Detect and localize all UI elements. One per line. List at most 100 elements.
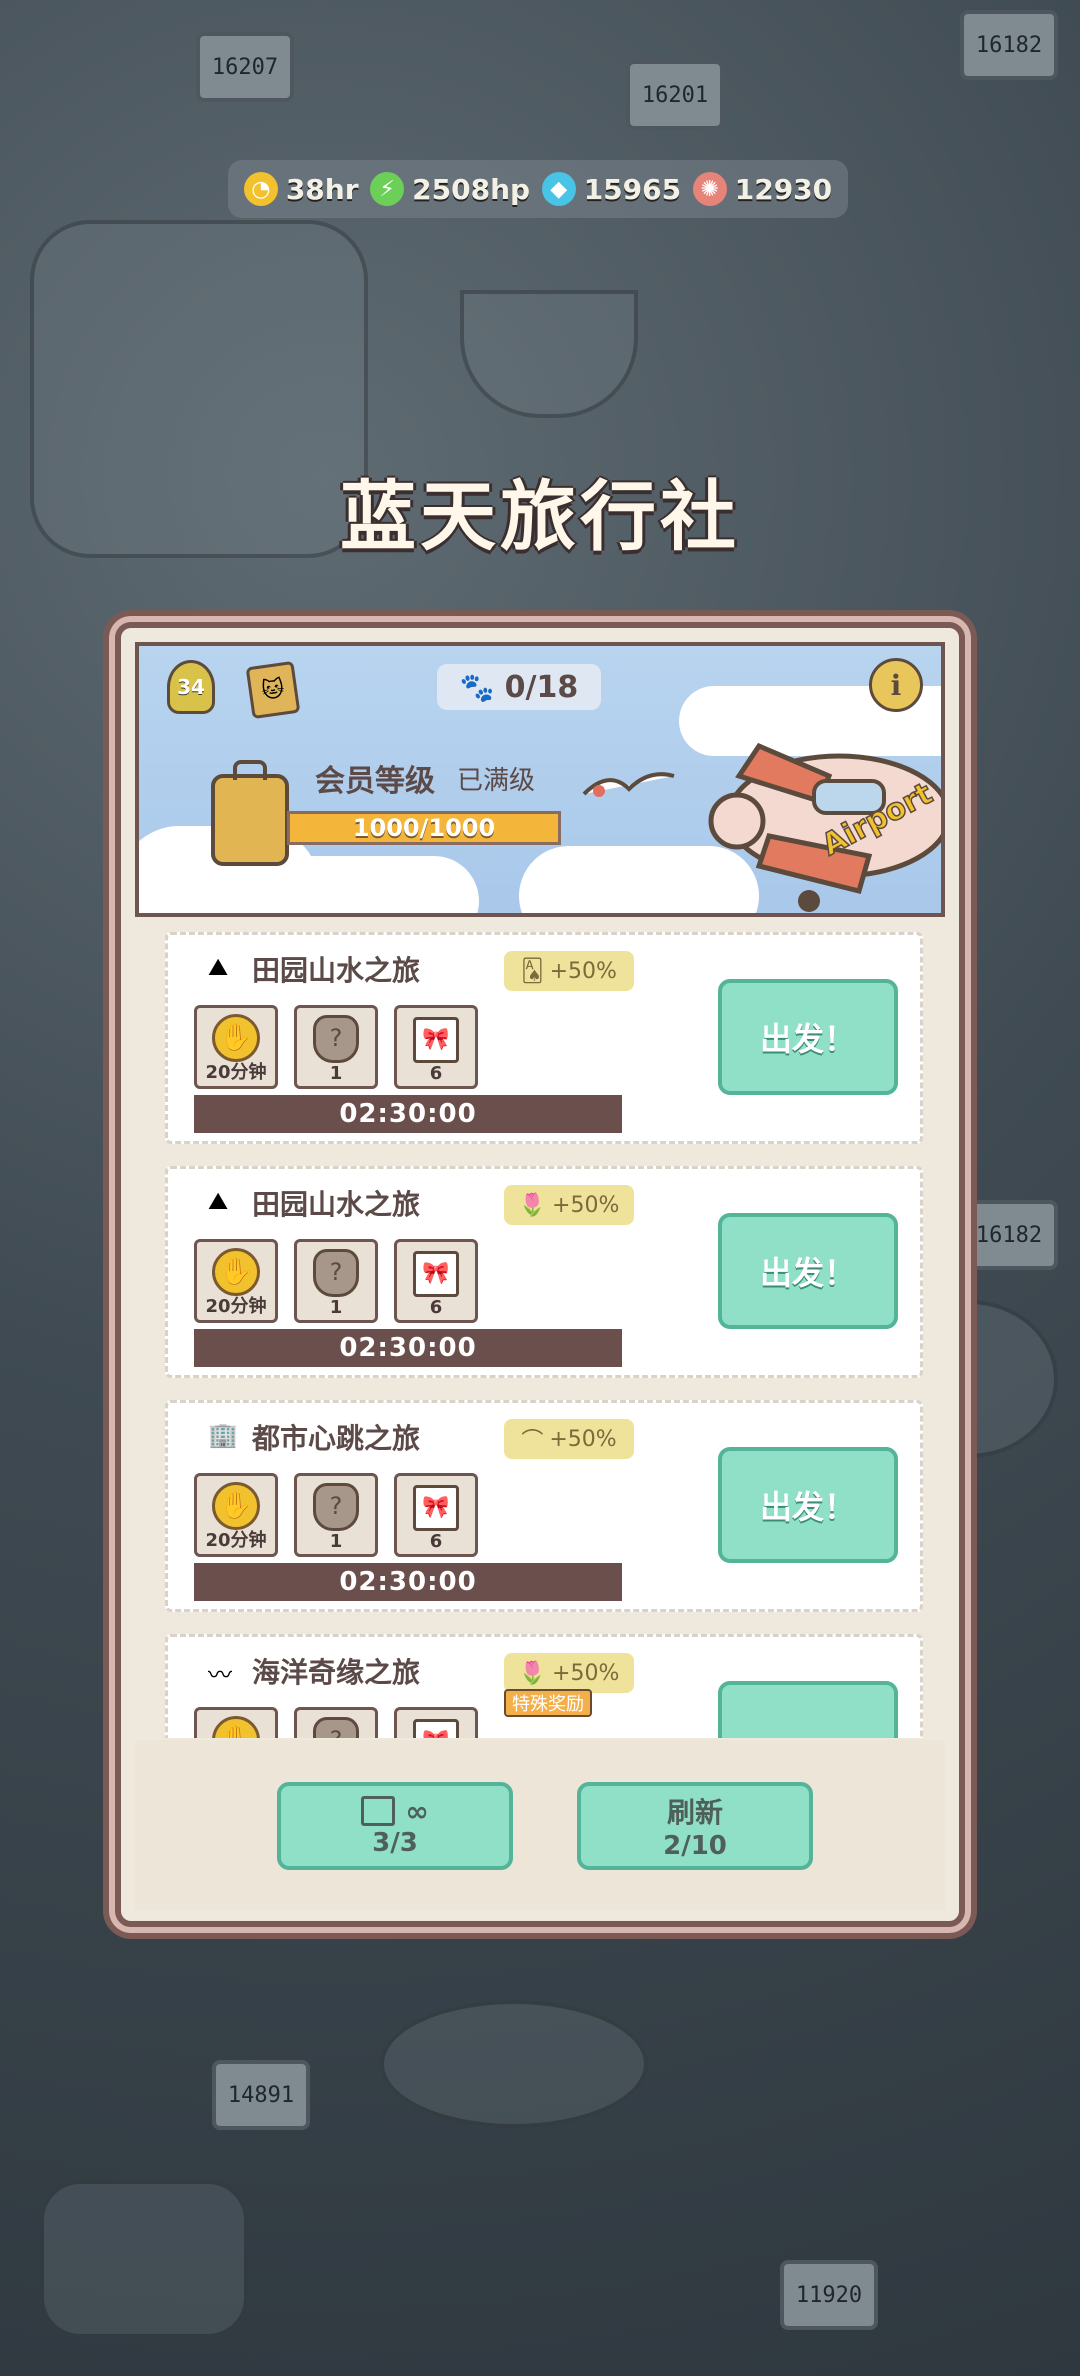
coin-icon: ✋ — [212, 1482, 260, 1530]
shell-icon: ✺ — [692, 172, 727, 206]
trip-name: 海洋奇缘之旅 — [252, 1656, 421, 1689]
acorn-icon: ? — [313, 1483, 359, 1531]
reward-quantity: 1 — [329, 1531, 343, 1552]
trip-card: 〰 海洋奇缘之旅 🌷 +50% 特殊奖励 ✋ ? 🎀 — [165, 1634, 923, 1738]
paw-counter: 🐾 0/18 — [437, 664, 601, 710]
reward-slot-acorn[interactable]: ? 1 — [294, 1005, 378, 1089]
depart-button[interactable]: 出发！ — [718, 1447, 898, 1563]
member-progress-bar: 1000/1000 — [287, 811, 561, 845]
background-sign: 14891 — [212, 2060, 310, 2130]
level-badge[interactable]: 34 — [167, 660, 215, 714]
resource-value: 12930 — [734, 172, 833, 206]
background-sign: 11920 — [780, 2260, 878, 2330]
reward-slot-coin[interactable]: ✋ 20分钟 — [194, 1473, 278, 1557]
reward-slot-acorn[interactable]: ? — [294, 1707, 378, 1738]
page-title: 蓝天旅行社 — [340, 472, 740, 561]
trip-name: 都市心跳之旅 — [252, 1422, 421, 1455]
gift-icon: 🎀 — [413, 1251, 459, 1297]
acorn-icon: ? — [313, 1015, 359, 1063]
resource-energy[interactable]: ⚡ 2508hp — [370, 172, 530, 206]
ticket-count: 3/3 — [372, 1827, 418, 1858]
info-button[interactable]: i — [869, 658, 923, 712]
resource-value: 15965 — [583, 172, 682, 206]
agency-banner: 34 🐱 🐾 0/18 i 会员等级 已满级 1000/1000 Airport — [135, 642, 945, 917]
special-reward-tag: 特殊奖励 — [504, 1689, 592, 1717]
resource-bar: ◔ 38hr ⚡ 2508hp ◆ 15965 ✺ 12930 — [228, 160, 848, 218]
bonus-tag: 🌷 +50% — [504, 1185, 634, 1225]
member-level-label: 会员等级 — [315, 764, 435, 799]
resource-time[interactable]: ◔ 38hr — [243, 172, 359, 206]
reward-slot-gift[interactable]: 🎀 6 — [394, 1005, 478, 1089]
album-icon[interactable]: 🐱 — [245, 660, 301, 720]
reward-quantity: 6 — [429, 1063, 443, 1084]
reward-quantity: 20分钟 — [205, 1062, 267, 1083]
background-sign: 16182 — [960, 10, 1058, 80]
refresh-label: 刷新 — [666, 1796, 723, 1829]
paw-progress: 0/18 — [504, 669, 579, 705]
resource-value: 38hr — [285, 172, 359, 206]
coin-icon: ✋ — [212, 1014, 260, 1062]
trip-card: ⛰ 田园山水之旅 🂡 +50% ✋ 20分钟 ? 1 🎀 6 02:30:00 … — [165, 932, 923, 1144]
mountain-icon: ⛰ — [208, 953, 229, 981]
trip-name: 田园山水之旅 — [252, 1188, 421, 1221]
mountain-icon: ⛰ — [208, 1187, 229, 1215]
background-sign: 16201 — [626, 60, 724, 130]
cloud-decoration — [259, 856, 479, 913]
reward-slot-acorn[interactable]: ? 1 — [294, 1239, 378, 1323]
coin-icon: ✋ — [212, 1248, 260, 1296]
bonus-tag: ⌒ +50% — [504, 1419, 634, 1459]
reward-quantity: 1 — [329, 1297, 343, 1318]
reward-quantity: 1 — [329, 1063, 343, 1084]
background-sign: 16207 — [196, 32, 294, 102]
member-level-status: 已满级 — [457, 766, 536, 796]
cards-icon: 🂡 — [521, 958, 544, 984]
suitcase-icon — [211, 760, 289, 866]
trip-timer: 02:30:00 — [194, 1095, 622, 1133]
depart-button[interactable]: 出发！ — [718, 1213, 898, 1329]
airplane-illustration: Airport — [708, 742, 941, 912]
reward-slot-coin[interactable]: ✋ — [194, 1707, 278, 1738]
reward-slot-gift[interactable]: 🎀 6 — [394, 1239, 478, 1323]
resource-diamond[interactable]: ◆ 15965 — [541, 172, 682, 206]
reward-quantity: 20分钟 — [205, 1296, 267, 1317]
bonus-value: +50% — [552, 1192, 620, 1218]
gift-icon: 🎀 — [413, 1485, 459, 1531]
trip-timer: 02:30:00 — [194, 1329, 622, 1367]
panel-footer: ∞ 3/3 刷新 2/10 — [135, 1740, 945, 1910]
reward-slot-acorn[interactable]: ? 1 — [294, 1473, 378, 1557]
bonus-value: +50% — [552, 1660, 620, 1686]
building-icon: 🏢 — [208, 1421, 238, 1449]
coin-icon: ✋ — [212, 1716, 260, 1738]
seagull-icon — [582, 772, 675, 797]
ticket-icon — [361, 1796, 396, 1826]
bonus-value: +50% — [549, 1426, 617, 1452]
reward-slot-coin[interactable]: ✋ 20分钟 — [194, 1005, 278, 1089]
flower-pot-icon: 🌷 — [518, 1192, 547, 1218]
resource-value: 2508hp — [412, 172, 531, 206]
travel-agency-panel: 34 🐱 🐾 0/18 i 会员等级 已满级 1000/1000 Airport — [115, 622, 965, 1927]
trip-name: 田园山水之旅 — [252, 954, 421, 987]
background-table — [380, 2000, 648, 2128]
bonus-tag: 🌷 +50% — [504, 1653, 634, 1693]
fishing-rod-icon: ⌒ — [521, 1429, 544, 1454]
resource-shell[interactable]: ✺ 12930 — [692, 172, 833, 206]
lightning-icon: ⚡ — [370, 172, 405, 206]
reward-quantity: 6 — [429, 1297, 443, 1318]
refresh-button[interactable]: 刷新 2/10 — [577, 1782, 813, 1870]
depart-button[interactable] — [718, 1681, 898, 1738]
flower-pot-icon: 🌷 — [518, 1660, 547, 1686]
depart-button[interactable]: 出发！ — [718, 979, 898, 1095]
acorn-icon: ? — [313, 1249, 359, 1297]
reward-slot-gift[interactable]: 🎀 6 — [394, 1473, 478, 1557]
background-basket — [40, 2180, 248, 2338]
reward-slot-coin[interactable]: ✋ 20分钟 — [194, 1239, 278, 1323]
trip-list[interactable]: ⛰ 田园山水之旅 🂡 +50% ✋ 20分钟 ? 1 🎀 6 02:30:00 … — [151, 932, 937, 1738]
reward-slot-gift[interactable]: 🎀 — [394, 1707, 478, 1738]
paw-icon: 🐾 — [459, 670, 495, 704]
ticket-button[interactable]: ∞ 3/3 — [277, 1782, 513, 1870]
trip-timer: 02:30:00 — [194, 1563, 622, 1601]
coin-clock-icon: ◔ — [243, 172, 278, 206]
background-pot — [460, 290, 638, 418]
bonus-tag: 🂡 +50% — [504, 951, 634, 991]
acorn-icon: ? — [313, 1717, 359, 1738]
